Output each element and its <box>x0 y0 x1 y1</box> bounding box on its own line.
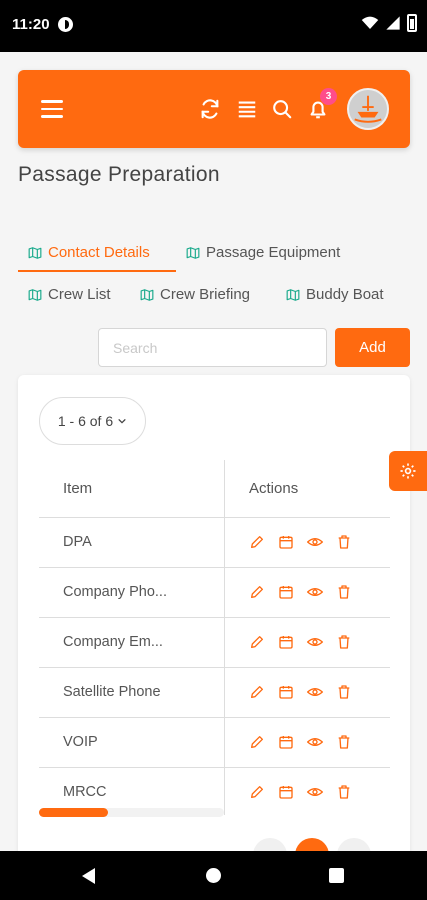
items-card: 1 - 6 of 6 Item Actions DPA Company Pho.… <box>18 375 410 865</box>
menu-icon[interactable] <box>41 100 63 118</box>
row-actions <box>249 584 352 600</box>
boat-logo-icon <box>349 90 387 128</box>
eye-icon[interactable] <box>307 634 323 650</box>
battery-icon <box>407 14 417 32</box>
tab-contact-details[interactable]: Contact Details <box>28 244 150 261</box>
edit-icon[interactable] <box>249 734 265 750</box>
row-item: VOIP <box>63 734 98 750</box>
tab-label: Buddy Boat <box>306 286 384 303</box>
pager-label: 1 - 6 of 6 <box>57 413 114 429</box>
map-icon <box>140 288 154 301</box>
status-icons <box>361 14 417 32</box>
tab-label: Passage Equipment <box>206 244 341 261</box>
calendar-icon[interactable] <box>278 534 294 550</box>
recent-apps-icon[interactable] <box>329 868 344 883</box>
add-button[interactable]: Add <box>335 328 410 367</box>
map-icon <box>286 288 300 301</box>
row-actions <box>249 534 352 550</box>
status-time: 11:20 <box>12 16 50 33</box>
column-header-actions: Actions <box>249 480 299 497</box>
edit-icon[interactable] <box>249 634 265 650</box>
row-actions <box>249 784 352 800</box>
trash-icon[interactable] <box>336 784 352 800</box>
edit-icon[interactable] <box>249 534 265 550</box>
calendar-icon[interactable] <box>278 634 294 650</box>
settings-button[interactable] <box>389 451 427 491</box>
edit-icon[interactable] <box>249 784 265 800</box>
tab-crew-list[interactable]: Crew List <box>28 286 111 303</box>
calendar-icon[interactable] <box>278 734 294 750</box>
table-row[interactable]: DPA <box>39 517 390 567</box>
tab-passage-equipment[interactable]: Passage Equipment <box>186 244 340 261</box>
trash-icon[interactable] <box>336 534 352 550</box>
settings-icon <box>400 463 416 479</box>
row-item: Satellite Phone <box>63 684 161 700</box>
home-icon[interactable] <box>206 868 221 883</box>
avatar[interactable] <box>347 88 389 130</box>
page-title: Passage Preparation <box>18 163 220 186</box>
tab-label: Crew List <box>48 286 111 303</box>
row-actions <box>249 734 352 750</box>
table-row[interactable]: Satellite Phone <box>39 667 390 717</box>
status-bar: 11:20 <box>0 0 427 52</box>
tab-buddy-boat[interactable]: Buddy Boat <box>286 286 384 303</box>
page-size-selector[interactable]: 1 - 6 of 6 <box>39 397 146 445</box>
map-icon <box>28 288 42 301</box>
eye-icon[interactable] <box>307 534 323 550</box>
trash-icon[interactable] <box>336 734 352 750</box>
eye-icon[interactable] <box>307 734 323 750</box>
table-row[interactable]: Company Pho... <box>39 567 390 617</box>
calendar-icon[interactable] <box>278 584 294 600</box>
data-saver-icon <box>58 17 73 32</box>
map-icon <box>28 246 42 259</box>
row-item: Company Pho... <box>63 584 167 600</box>
wifi-icon <box>361 16 379 29</box>
notification-badge: 3 <box>320 88 337 105</box>
calendar-icon[interactable] <box>278 784 294 800</box>
trash-icon[interactable] <box>336 584 352 600</box>
eye-icon[interactable] <box>307 584 323 600</box>
row-item: DPA <box>63 534 92 550</box>
app-header: 3 <box>18 70 410 148</box>
row-actions <box>249 684 352 700</box>
active-tab-indicator <box>18 270 176 272</box>
edit-icon[interactable] <box>249 684 265 700</box>
tab-label: Crew Briefing <box>160 286 251 303</box>
trash-icon[interactable] <box>336 634 352 650</box>
tab-crew-briefing[interactable]: Crew Briefing <box>140 286 250 303</box>
trash-icon[interactable] <box>336 684 352 700</box>
edit-icon[interactable] <box>249 584 265 600</box>
column-header-item: Item <box>63 480 93 497</box>
eye-icon[interactable] <box>307 684 323 700</box>
scrollbar-thumb[interactable] <box>39 808 108 817</box>
search-icon[interactable] <box>271 98 293 120</box>
table-row[interactable]: VOIP <box>39 717 390 767</box>
row-item: Company Em... <box>63 634 163 650</box>
system-nav-bar <box>0 851 427 900</box>
tab-label: Contact Details <box>48 244 150 261</box>
refresh-icon[interactable] <box>199 98 221 120</box>
row-actions <box>249 634 352 650</box>
back-icon[interactable] <box>82 868 95 884</box>
search-input[interactable] <box>98 328 327 367</box>
calendar-icon[interactable] <box>278 684 294 700</box>
signal-icon <box>386 16 400 30</box>
chevron-down-icon <box>118 419 126 424</box>
table-row[interactable]: Company Em... <box>39 617 390 667</box>
map-icon <box>186 246 200 259</box>
list-icon[interactable] <box>236 98 258 120</box>
eye-icon[interactable] <box>307 784 323 800</box>
row-item: MRCC <box>63 784 107 800</box>
